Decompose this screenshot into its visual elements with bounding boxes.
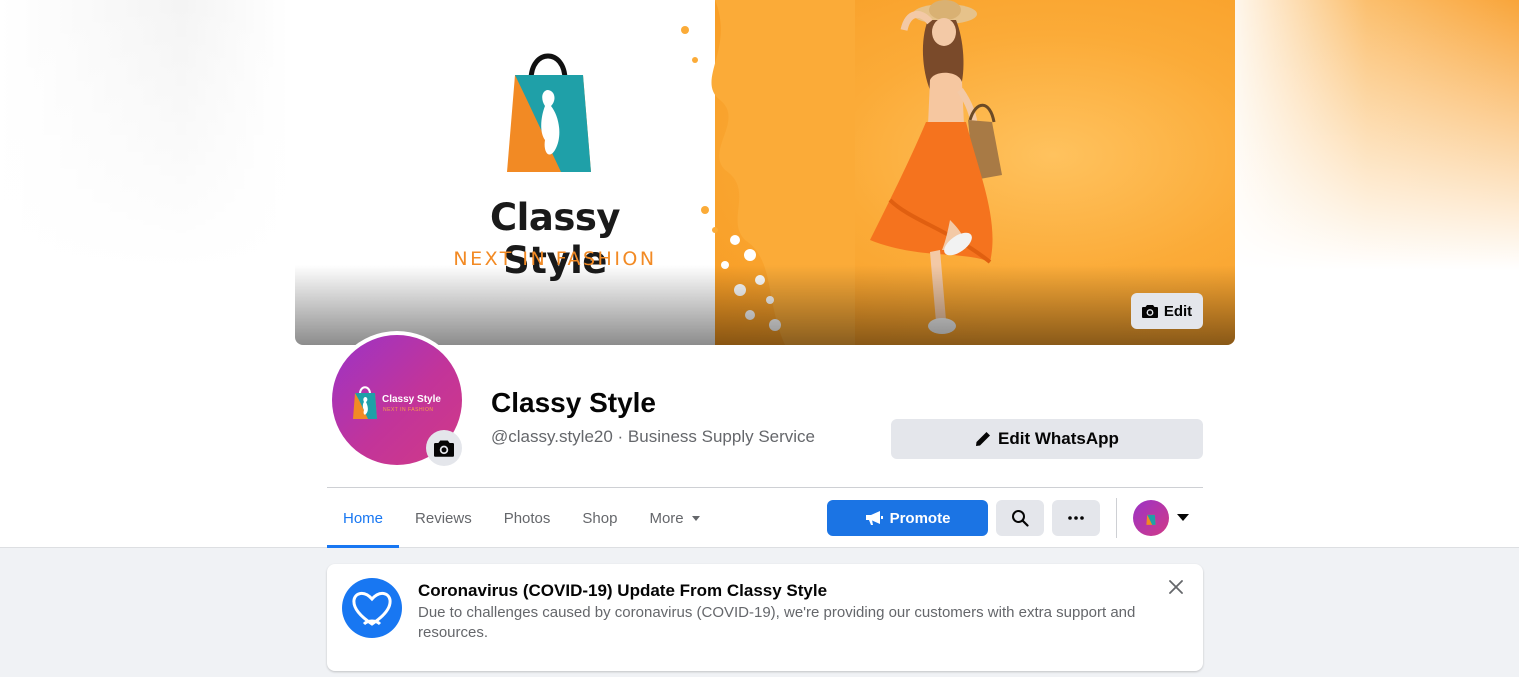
tab-label: Shop	[582, 509, 618, 527]
avatar-brand-tagline: NEXT IN FASHION	[383, 407, 434, 413]
edit-whatsapp-button[interactable]: Edit WhatsApp	[891, 419, 1203, 459]
avatar-bag-logo	[1146, 514, 1156, 525]
promote-button[interactable]: Promote	[827, 500, 988, 536]
tab-shop[interactable]: Shop	[566, 488, 633, 548]
page-tabs: Home Reviews Photos Shop More	[327, 488, 716, 548]
action-separator	[1116, 498, 1117, 538]
edit-cover-button[interactable]: Edit	[1131, 293, 1203, 329]
camera-icon	[1141, 305, 1158, 318]
tab-photos[interactable]: Photos	[488, 488, 567, 548]
covid-update-body: Due to challenges caused by coronavirus …	[418, 604, 1136, 641]
tab-label: More	[649, 509, 684, 527]
edit-whatsapp-label: Edit WhatsApp	[998, 429, 1119, 448]
heart-icon	[342, 578, 402, 638]
edit-cover-label: Edit	[1163, 302, 1193, 320]
covid-update-card: Coronavirus (COVID-19) Update From Class…	[327, 564, 1203, 671]
page-subtitle: @classy.style20 · Business Supply Servic…	[491, 427, 816, 446]
page-header-area: Classy Style NEXT IN FASHION Edit Classy…	[0, 0, 1519, 548]
tab-label: Home	[343, 509, 384, 527]
cover-photo[interactable]: Classy Style NEXT IN FASHION Edit	[295, 0, 1235, 345]
search-icon	[1012, 510, 1029, 527]
megaphone-icon	[865, 511, 883, 525]
page-title: Classy Style	[491, 387, 656, 418]
search-button[interactable]	[996, 500, 1044, 536]
pencil-icon	[976, 432, 991, 446]
camera-icon	[434, 440, 454, 457]
cover-bottom-shade	[295, 265, 1235, 345]
tab-label: Reviews	[415, 509, 472, 527]
close-icon[interactable]	[1163, 574, 1189, 600]
tab-home[interactable]: Home	[327, 488, 400, 548]
shopping-bag-logo	[507, 53, 591, 172]
ellipsis-icon	[1068, 516, 1084, 520]
avatar-bag-logo	[353, 386, 377, 419]
covid-update-title: Coronavirus (COVID-19) Update From Class…	[418, 581, 828, 600]
tab-reviews[interactable]: Reviews	[399, 488, 488, 548]
more-options-button[interactable]	[1052, 500, 1100, 536]
account-avatar-button[interactable]	[1133, 500, 1169, 536]
promote-label: Promote	[889, 509, 951, 527]
tab-label: Photos	[503, 509, 551, 527]
avatar-brand-name: Classy Style	[382, 394, 441, 405]
caret-down-icon	[691, 515, 700, 521]
update-avatar-button[interactable]	[426, 430, 462, 466]
caret-down-icon[interactable]	[1177, 514, 1189, 521]
tab-more[interactable]: More	[633, 488, 715, 548]
